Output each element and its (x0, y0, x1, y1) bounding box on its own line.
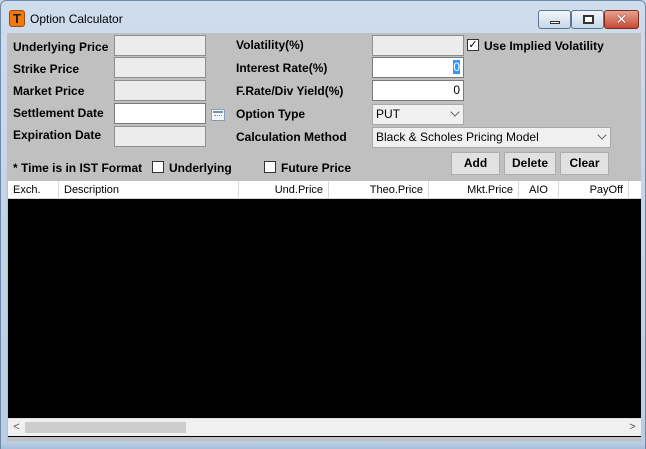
expiration-date-input[interactable] (114, 126, 206, 147)
strike-price-label: Strike Price (13, 62, 80, 76)
maximize-button[interactable] (571, 10, 604, 29)
frate-div-yield-input[interactable]: 0 (372, 80, 464, 101)
underlying-checkbox-label: Underlying (169, 161, 232, 175)
underlying-checkbox[interactable] (152, 161, 164, 173)
settlement-date-input[interactable] (114, 103, 206, 124)
volatility-label: Volatility(%) (236, 38, 304, 52)
frate-div-yield-label: F.Rate/Div Yield(%) (236, 84, 344, 98)
app-icon: T (9, 10, 25, 27)
future-price-checkbox[interactable] (264, 161, 276, 173)
interest-rate-input[interactable]: 0 (372, 57, 464, 78)
minimize-button[interactable] (538, 10, 571, 29)
column-header-aio[interactable]: AIO (519, 181, 559, 199)
underlying-price-label: Underlying Price (13, 40, 109, 54)
option-type-select[interactable]: PUT (372, 104, 464, 125)
interest-rate-label: Interest Rate(%) (236, 61, 328, 75)
scroll-left-icon[interactable]: < (8, 419, 25, 436)
strike-price-input[interactable] (114, 57, 206, 78)
option-type-value: PUT (376, 107, 400, 121)
app-icon-letter: T (13, 11, 21, 26)
results-grid[interactable]: Exch. Description Und.Price Theo.Price M… (8, 181, 641, 437)
chevron-down-icon (450, 107, 460, 117)
title-bar[interactable]: T Option Calculator ✕ (1, 1, 645, 33)
underlying-price-input[interactable] (114, 35, 206, 56)
column-header-mkt-price[interactable]: Mkt.Price (429, 181, 519, 199)
clear-button[interactable]: Clear (560, 152, 609, 175)
future-price-checkbox-label: Future Price (281, 161, 352, 175)
client-area: Underlying Price Strike Price Market Pri… (7, 33, 641, 441)
use-implied-volatility-label: Use Implied Volatility (484, 39, 604, 53)
column-header-payoff[interactable]: PayOff (559, 181, 629, 199)
calendar-icon[interactable] (211, 109, 225, 121)
scroll-right-icon[interactable]: > (624, 419, 641, 436)
market-price-label: Market Price (13, 84, 85, 98)
column-header-theo-price[interactable]: Theo.Price (329, 181, 429, 199)
minimize-icon (550, 21, 560, 24)
column-header-exch[interactable]: Exch. (8, 181, 59, 199)
delete-button[interactable]: Delete (504, 152, 556, 175)
close-button[interactable]: ✕ (604, 10, 639, 29)
calculation-method-select[interactable]: Black & Scholes Pricing Model (372, 127, 611, 148)
chevron-down-icon (597, 130, 607, 140)
grid-header: Exch. Description Und.Price Theo.Price M… (8, 181, 641, 199)
interest-rate-value: 0 (453, 60, 460, 74)
horizontal-scrollbar[interactable]: < > (8, 418, 641, 436)
window-bottom-border (1, 442, 645, 449)
volatility-input[interactable] (372, 35, 464, 56)
scroll-thumb[interactable] (25, 422, 186, 433)
window-title: Option Calculator (30, 12, 123, 26)
market-price-input[interactable] (114, 80, 206, 101)
calculation-method-value: Black & Scholes Pricing Model (376, 130, 539, 144)
add-button[interactable]: Add (451, 152, 500, 175)
close-icon: ✕ (615, 11, 628, 27)
use-implied-volatility-checkbox[interactable]: ✓ (467, 39, 479, 51)
settlement-date-label: Settlement Date (13, 106, 104, 120)
calculation-method-label: Calculation Method (236, 130, 347, 144)
column-header-und-price[interactable]: Und.Price (239, 181, 329, 199)
maximize-icon (583, 15, 594, 24)
time-format-note: * Time is in IST Format (13, 161, 143, 175)
option-type-label: Option Type (236, 107, 306, 121)
option-calculator-window: T Option Calculator ✕ Underlying Price S… (0, 0, 646, 449)
column-header-description[interactable]: Description (59, 181, 239, 199)
expiration-date-label: Expiration Date (13, 128, 102, 142)
